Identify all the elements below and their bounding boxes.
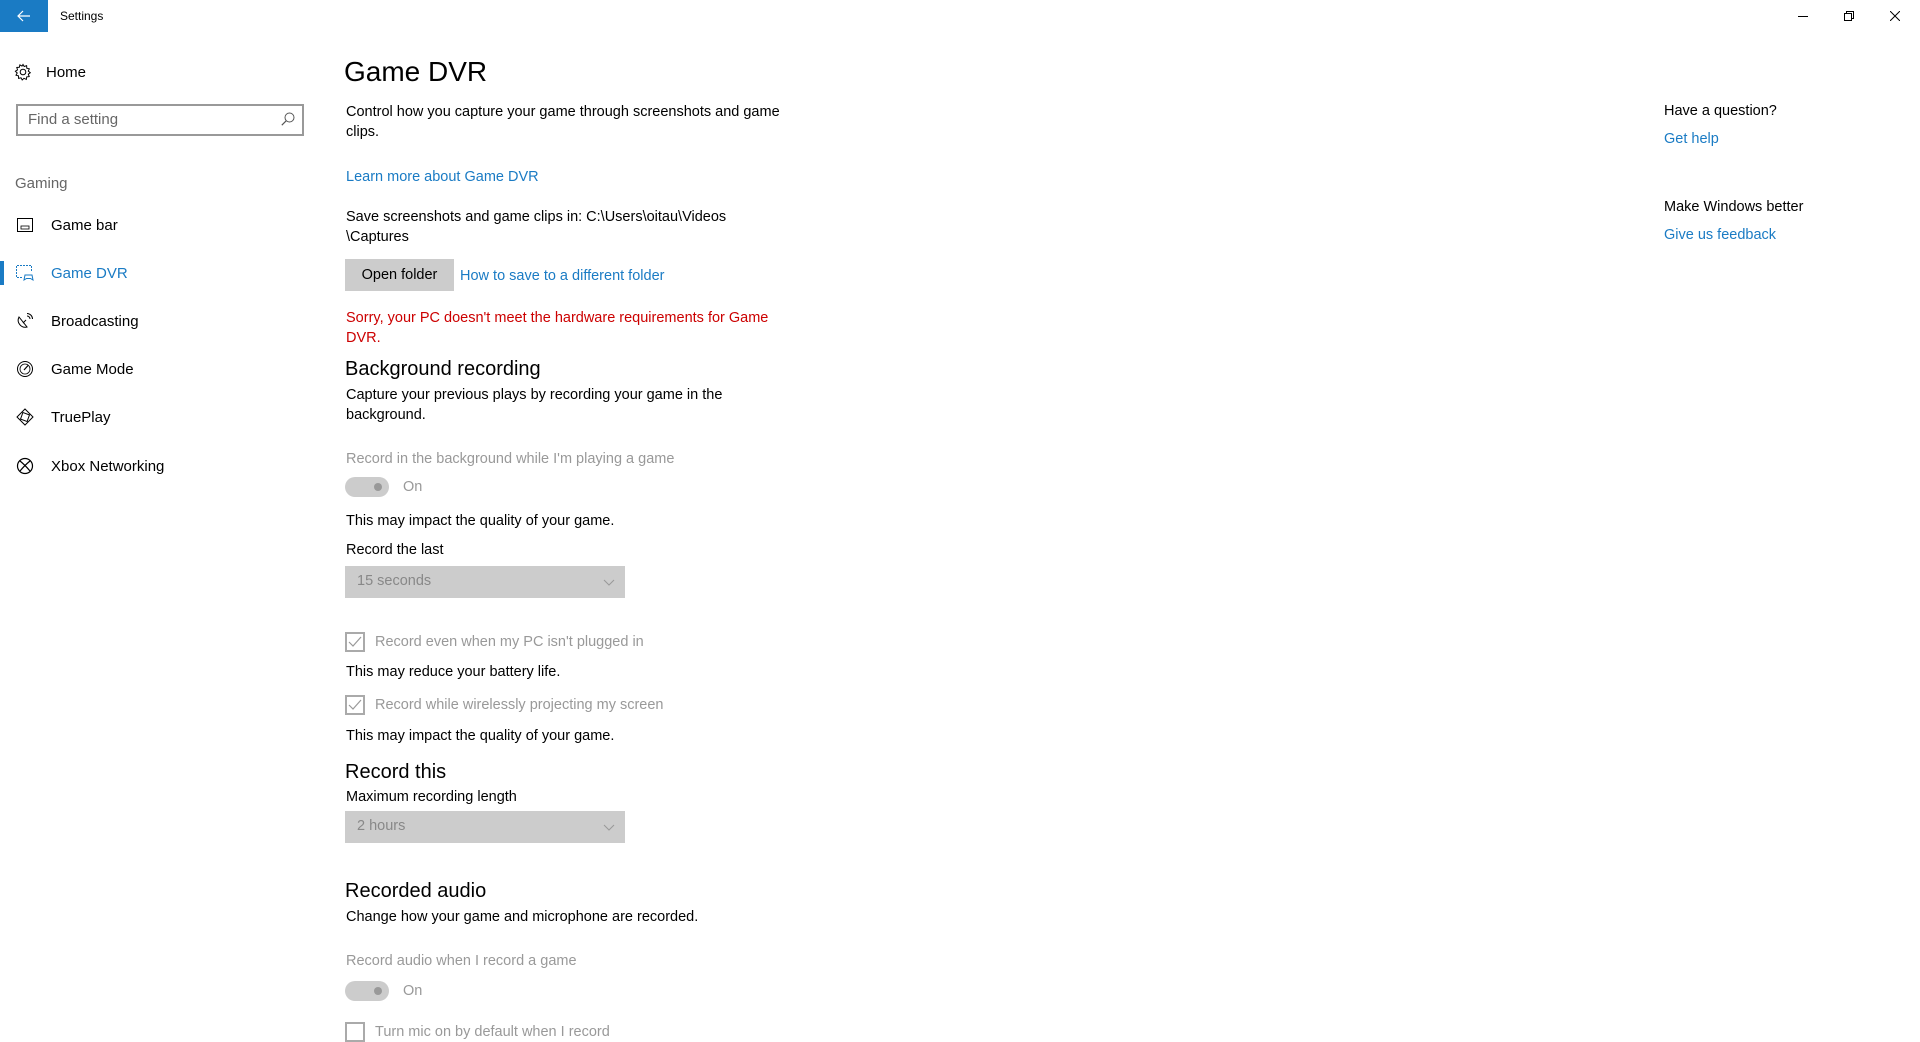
search-box[interactable] xyxy=(16,104,304,136)
page-description: Control how you capture your game throug… xyxy=(346,104,780,140)
sidebar-item-label: Game Mode xyxy=(51,360,134,378)
search-icon[interactable] xyxy=(281,112,295,131)
mic-default-label: Turn mic on by default when I record xyxy=(375,1024,610,1040)
make-windows-better-heading: Make Windows better xyxy=(1664,199,1804,215)
background-recording-heading: Background recording xyxy=(345,358,541,380)
game-mode-icon xyxy=(15,359,35,379)
battery-note: This may reduce your battery life. xyxy=(346,664,561,680)
home-label: Home xyxy=(46,63,87,81)
back-arrow-icon xyxy=(17,10,30,22)
sidebar-item-trueplay[interactable]: TruePlay xyxy=(0,397,320,437)
app-title: Settings xyxy=(60,9,104,23)
toggle-knob xyxy=(374,987,382,995)
get-help-link[interactable]: Get help xyxy=(1664,131,1719,147)
sidebar-group-gaming: Gaming xyxy=(15,175,68,192)
minimize-button[interactable] xyxy=(1780,0,1826,32)
learn-more-link[interactable]: Learn more about Game DVR xyxy=(346,167,539,187)
close-icon xyxy=(1890,11,1900,21)
background-recording-toggle[interactable] xyxy=(345,477,389,497)
checkbox-checked-icon xyxy=(345,632,365,652)
save-location-line1: Save screenshots and game clips in: C:\U… xyxy=(346,209,727,225)
record-projecting-label: Record while wirelessly projecting my sc… xyxy=(375,697,664,713)
save-location-line2: \Captures xyxy=(346,229,409,245)
record-unplugged-label: Record even when my PC isn't plugged in xyxy=(375,634,644,650)
record-unplugged-checkbox[interactable]: Record even when my PC isn't plugged in xyxy=(345,632,644,652)
close-button[interactable] xyxy=(1872,0,1918,32)
restore-icon xyxy=(1844,11,1854,21)
have-a-question-heading: Have a question? xyxy=(1664,103,1777,119)
mic-default-checkbox[interactable]: Turn mic on by default when I record xyxy=(345,1022,610,1042)
max-recording-length-value: 2 hours xyxy=(357,818,406,834)
xbox-icon xyxy=(15,456,35,476)
background-recording-toggle-state: On xyxy=(403,479,423,495)
max-recording-length-dropdown[interactable]: 2 hours xyxy=(345,811,625,843)
gear-icon xyxy=(14,63,32,81)
sidebar-item-label: Game DVR xyxy=(51,264,128,282)
give-feedback-link[interactable]: Give us feedback xyxy=(1664,227,1776,243)
record-audio-toggle[interactable] xyxy=(345,981,389,1001)
record-this-heading: Record this xyxy=(345,761,447,783)
sidebar-item-xbox-networking[interactable]: Xbox Networking xyxy=(0,446,320,486)
search-input[interactable] xyxy=(28,111,268,128)
checkbox-checked-icon xyxy=(345,695,365,715)
max-recording-length-label: Maximum recording length xyxy=(346,789,517,805)
sidebar-item-game-bar[interactable]: Game bar xyxy=(0,205,320,245)
chevron-down-icon xyxy=(603,820,615,838)
open-folder-button[interactable]: Open folder xyxy=(345,259,454,291)
minimize-icon xyxy=(1798,16,1808,17)
sidebar-item-label: Xbox Networking xyxy=(51,457,165,475)
sidebar-item-label: Game bar xyxy=(51,216,118,234)
background-recording-description: Capture your previous plays by recording… xyxy=(346,387,723,423)
toggle-knob xyxy=(374,483,382,491)
record-the-last-label: Record the last xyxy=(346,542,444,558)
quality-note: This may impact the quality of your game… xyxy=(346,513,615,529)
record-audio-toggle-label: Record audio when I record a game xyxy=(346,953,577,969)
back-button[interactable] xyxy=(0,0,48,32)
projecting-quality-note: This may impact the quality of your game… xyxy=(346,728,615,744)
record-projecting-checkbox[interactable]: Record while wirelessly projecting my sc… xyxy=(345,695,664,715)
recorded-audio-heading: Recorded audio xyxy=(345,880,487,902)
page-title: Game DVR xyxy=(344,56,488,87)
restore-button[interactable] xyxy=(1826,0,1872,32)
title-bar: Settings xyxy=(0,0,1920,32)
recorded-audio-description: Change how your game and microphone are … xyxy=(346,909,699,925)
trueplay-icon xyxy=(15,407,35,427)
background-recording-toggle-label: Record in the background while I'm playi… xyxy=(346,451,675,467)
sidebar-item-game-mode[interactable]: Game Mode xyxy=(0,349,320,389)
record-the-last-dropdown[interactable]: 15 seconds xyxy=(345,566,625,598)
broadcasting-icon xyxy=(15,311,35,331)
sidebar-item-label: TruePlay xyxy=(51,408,111,426)
game-dvr-icon xyxy=(15,263,35,283)
sidebar-item-label: Broadcasting xyxy=(51,312,139,330)
record-the-last-value: 15 seconds xyxy=(357,573,432,589)
record-audio-toggle-state: On xyxy=(403,983,423,999)
chevron-down-icon xyxy=(603,575,615,593)
sidebar-home[interactable]: Home xyxy=(14,60,86,84)
save-location-text: Save screenshots and game clips in: C:\U… xyxy=(346,207,796,247)
different-folder-link[interactable]: How to save to a different folder xyxy=(460,266,664,286)
checkbox-unchecked-icon xyxy=(345,1022,365,1042)
sidebar-item-game-dvr[interactable]: Game DVR xyxy=(0,253,320,293)
game-bar-icon xyxy=(15,215,35,235)
hardware-error-message: Sorry, your PC doesn't meet the hardware… xyxy=(346,310,769,346)
sidebar-item-broadcasting[interactable]: Broadcasting xyxy=(0,301,320,341)
